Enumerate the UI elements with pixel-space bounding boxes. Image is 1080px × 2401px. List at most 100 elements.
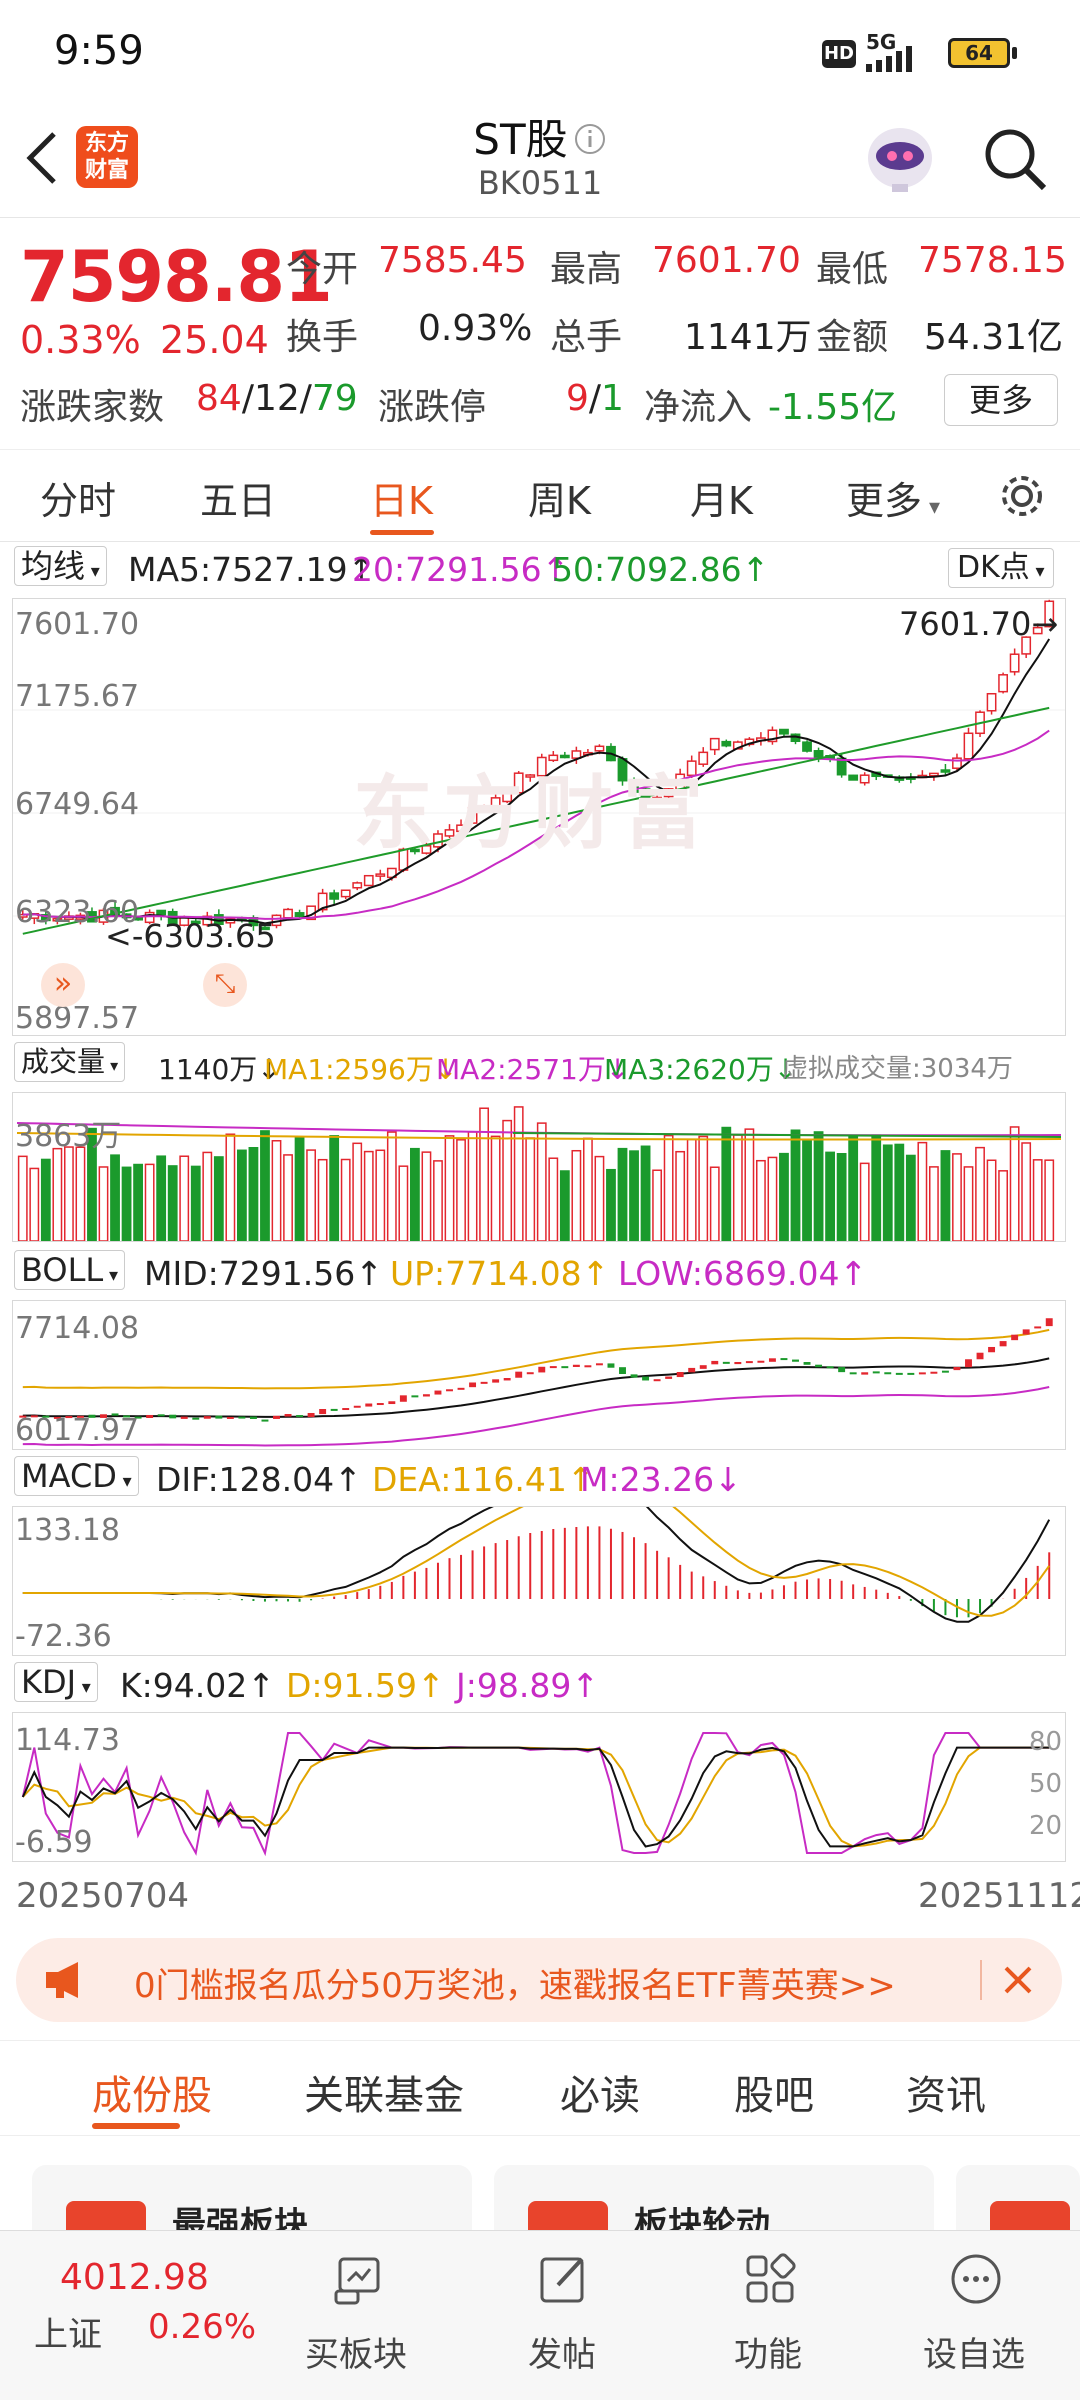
info-icon[interactable] [573,122,607,156]
candle-body [721,740,732,747]
tab-news[interactable]: 资讯 [906,2063,986,2121]
boll-candle [895,1372,903,1375]
tab-constituents[interactable]: 成份股 [92,2063,212,2121]
tab-five-day[interactable]: 五日 [200,470,276,525]
volume-bar [133,1163,144,1241]
volume-bar [190,1165,201,1241]
tab-more[interactable]: 更多 ▾ [846,470,940,525]
volume-chart[interactable]: 3863万 [12,1092,1066,1242]
expand-left-icon[interactable]: » [41,963,85,1007]
volume-bar [686,1138,697,1241]
tab-forum[interactable]: 股吧 [734,2063,814,2121]
tab-related-funds[interactable]: 关联基金 [304,2063,464,2121]
volume-bar [17,1155,28,1241]
boll-candle [503,1378,511,1381]
volume-bar [536,1122,547,1241]
hd-icon: HD [822,40,856,68]
volume-bar [167,1165,178,1241]
subtab-indicator [92,2123,180,2129]
macd-dif: DIF:128.04↑ [156,1460,362,1499]
kline-chart[interactable]: 东方财富 7601.70 7175.67 6749.64 6323.60 589… [12,598,1066,1036]
low-value: 7578.15 [918,240,1067,281]
volume-bar [525,1137,536,1241]
battery-icon: 64 [948,38,1010,68]
volume-bar [144,1163,155,1241]
macd-chart[interactable]: 133.18 -72.36 [12,1506,1066,1656]
candle-body [329,892,340,900]
candle-body [340,889,351,898]
boll-candle [261,1419,269,1422]
boll-candle [734,1361,742,1365]
kdj-dropdown[interactable]: KDJ ▾ [14,1662,98,1702]
inflow-value: -1.55亿 [768,387,898,428]
tab-monthly-k[interactable]: 月K [690,470,753,525]
boll-candle [953,1366,961,1371]
boll-mid: MID:7291.56↑ [144,1254,383,1293]
boll-candle [411,1395,419,1398]
volume-bar [456,1139,466,1241]
volume-bar [236,1149,247,1241]
boll-ylabel-bottom: 6017.97 [15,1413,140,1448]
tab-daily-k[interactable]: 日K [370,470,433,525]
volume-dropdown[interactable]: 成交量 ▾ [14,1042,126,1082]
kdj-d: D:91.59↑ [286,1666,445,1705]
robot-assistant-icon[interactable] [862,118,938,196]
amount-value: 54.31亿 [924,317,1064,358]
battery-tip [1012,47,1017,59]
boll-candle [699,1365,707,1369]
volume-bar [98,1166,109,1241]
megaphone-icon [46,1962,78,1998]
fullscreen-icon[interactable]: ⤡ [203,963,247,1007]
macd-dropdown[interactable]: MACD ▾ [14,1456,139,1496]
volume-bar [444,1135,455,1241]
tab-must-read[interactable]: 必读 [560,2063,640,2121]
volume-bar [998,1170,1009,1241]
volume-bar [952,1153,962,1241]
promo-banner[interactable]: 0门槛报名瓜分50万奖池，速戳报名ETF菁英赛>> [16,1938,1062,2022]
dk-point-button[interactable]: DK点 ▾ [948,548,1054,588]
boll-candle [1045,1318,1053,1327]
boll-candle [803,1362,811,1365]
boll-candle [607,1363,615,1368]
tab-intraday[interactable]: 分时 [40,470,116,525]
kdj-chart[interactable]: 114.73 -6.59 80 50 20 [12,1712,1066,1862]
kdj-ylabel-top: 114.73 [15,1723,120,1758]
volume-label: 总手 [550,317,623,358]
functions-grid-icon [746,2253,796,2303]
volume-bar [548,1157,559,1241]
kdj-indicator-row: KDJ ▾ K:94.02↑ D:91.59↑ J:98.89↑ [0,1662,1080,1710]
ma-dropdown[interactable]: 均线 ▾ [14,546,107,586]
settings-gear-icon[interactable] [996,470,1048,522]
date-start: 20250704 [16,1876,190,1916]
candle-body [940,769,951,773]
search-icon[interactable] [980,124,1050,194]
status-time: 9:59 [54,28,144,74]
boll-candle [976,1352,984,1360]
volume-bar [629,1150,639,1241]
boll-candle [745,1361,753,1364]
boll-candle [238,1416,246,1419]
more-button[interactable]: 更多 [944,374,1058,426]
tab-weekly-k[interactable]: 周K [528,470,591,525]
index-ticker[interactable]: 4012.98 上证 0.26% [0,2231,270,2401]
content-tabs: 成份股 关联基金 必读 股吧 资讯 [0,2040,1080,2136]
boll-dropdown[interactable]: BOLL ▾ [14,1250,125,1290]
volume-bar [121,1166,132,1241]
volume-bar [479,1107,490,1241]
k-ylabel-top: 7601.70 [15,607,140,642]
boll-candle [273,1415,280,1419]
kdj-ylabel-bottom: -6.59 [15,1825,93,1860]
close-icon[interactable] [1000,1962,1036,1998]
status-bar: 9:59 HD 5G 64 [0,0,1080,100]
boll-candle [226,1416,234,1419]
open-value: 7585.45 [378,240,527,281]
virtual-volume: 虚拟成交量:3034万 [782,1054,1013,1084]
boll-candle [446,1389,453,1392]
index-name: 上证 [34,2315,102,2355]
volume-bar [859,1162,870,1241]
boll-candle [457,1387,465,1390]
boll-chart[interactable]: 7714.08 6017.97 [12,1300,1066,1450]
volume-bar [975,1146,985,1241]
more-dots-icon [951,2254,1001,2304]
boll-candle [688,1367,696,1373]
